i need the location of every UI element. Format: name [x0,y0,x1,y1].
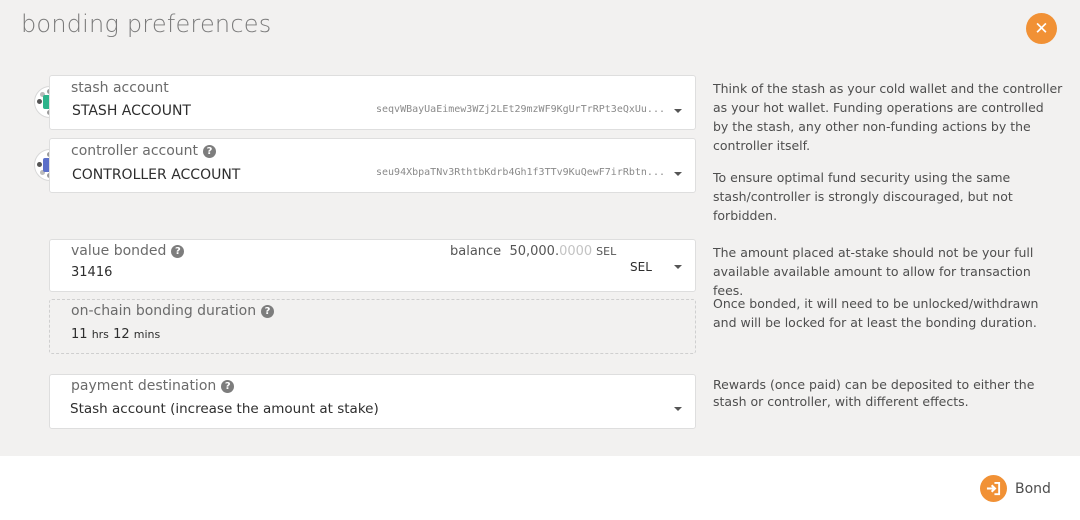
bond-button[interactable]: Bond [980,475,1051,502]
bonding-duration-field: on-chain bonding duration? 11 hrs 12 min… [49,299,696,354]
unit-select[interactable]: SEL [630,260,652,274]
bonding-duration-value: 11 hrs 12 mins [71,327,160,342]
stash-account-select[interactable]: stash account STASH ACCOUNT seqvWBayUaEi… [49,75,696,130]
bond-button-label: Bond [1015,480,1051,497]
chevron-down-icon [674,172,682,176]
balance-label: balance [450,244,502,259]
controller-address: seu94XbpaTNv3RthtbKdrb4Gh1f3TTv9KuQewF7i… [376,167,665,178]
chevron-down-icon [674,407,682,411]
modal-body: bonding preferences ✕ stash account STAS… [0,0,1080,456]
payment-destination-label: payment destination? [71,378,235,394]
help-icon[interactable]: ? [171,245,185,258]
modal-footer [0,456,1080,520]
duration-mins: 12 [113,327,130,342]
controller-account-label: controller account? [71,143,217,159]
payment-destination-label-text: payment destination [71,378,217,394]
duration-hours: 11 [71,327,88,342]
sign-in-icon [980,475,1007,502]
help-icon[interactable]: ? [261,305,275,318]
stash-address: seqvWBayUaEimew3WZj2LEt29mzWF9KgUrTrRPt3… [376,104,665,115]
value-bonded-input[interactable]: value bonded? balance 50,000.0000 SEL 314… [49,239,696,292]
identicon-dot [37,162,42,167]
value-bonded-value[interactable]: 31416 [71,265,112,280]
value-bonded-label-text: value bonded [71,243,167,259]
duration-mins-unit: mins [133,328,161,341]
bonding-duration-label: on-chain bonding duration? [71,303,275,319]
balance-decimals: 0000 [559,244,593,259]
bonding-duration-label-text: on-chain bonding duration [71,303,257,319]
close-icon: ✕ [1034,18,1049,39]
modal-title: bonding preferences [21,10,272,38]
help-icon[interactable]: ? [221,380,235,393]
balance-readout: balance 50,000.0000 SEL [450,244,616,259]
close-button[interactable]: ✕ [1026,13,1057,44]
controller-account-select[interactable]: controller account? CONTROLLER ACCOUNT s… [49,138,696,193]
balance-integer: 50,000. [509,244,560,259]
stash-help-text: Think of the stash as your cold wallet a… [713,81,1063,153]
value-help-text: The amount placed at-stake should not be… [713,245,1034,298]
value-bonded-label: value bonded? [71,243,185,259]
identicon-dot [37,99,42,104]
chevron-down-icon [674,109,682,113]
stash-account-name: STASH ACCOUNT [72,103,191,119]
stash-account-label: stash account [71,80,169,96]
controller-account-label-text: controller account [71,143,199,159]
controller-account-name: CONTROLLER ACCOUNT [72,167,241,183]
destination-help-text: Rewards (once paid) can be deposited to … [713,377,1035,409]
duration-help-text: Once bonded, it will need to be unlocked… [713,296,1039,330]
balance-unit: SEL [596,245,617,258]
chevron-down-icon[interactable] [674,265,682,269]
stash-controller-help-text: To ensure optimal fund security using th… [713,170,1013,223]
help-icon[interactable]: ? [203,145,217,158]
duration-hours-unit: hrs [91,328,109,341]
payment-destination-select[interactable]: payment destination? Stash account (incr… [49,374,696,429]
payment-destination-value: Stash account (increase the amount at st… [70,401,379,417]
